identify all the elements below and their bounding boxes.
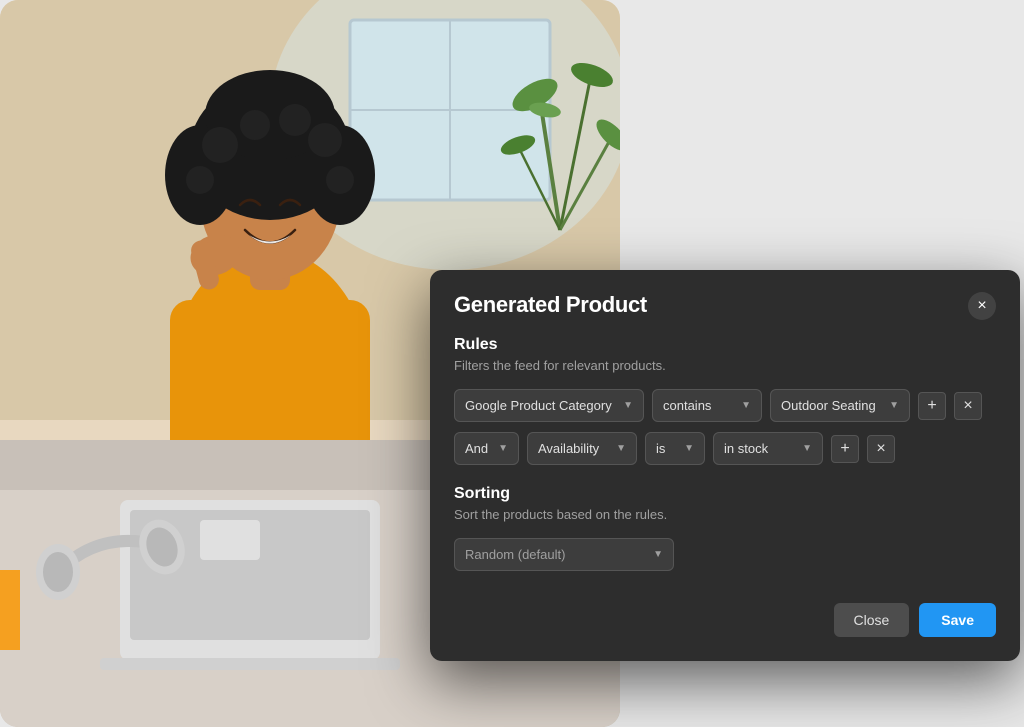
close-button[interactable]: Close	[834, 603, 910, 637]
chevron-down-icon: ▼	[684, 443, 694, 454]
chevron-down-icon: ▼	[623, 400, 633, 411]
and-dropdown[interactable]: And ▼	[454, 432, 519, 465]
modal-body: Rules Filters the feed for relevant prod…	[430, 336, 1020, 571]
remove-rule-button-1[interactable]: ×	[954, 392, 982, 420]
category-dropdown[interactable]: Google Product Category ▼	[454, 389, 644, 422]
availability-value: Availability	[538, 441, 599, 456]
category-value: Google Product Category	[465, 398, 612, 413]
rules-row-1: Google Product Category ▼ contains ▼ Out…	[454, 389, 996, 422]
rules-section: Rules Filters the feed for relevant prod…	[454, 336, 996, 465]
sort-value: Random (default)	[465, 547, 565, 562]
stock-dropdown[interactable]: in stock ▼	[713, 432, 823, 465]
chevron-down-icon: ▼	[653, 549, 663, 560]
chevron-down-icon: ▼	[498, 443, 508, 454]
modal-footer: Close Save	[430, 587, 1020, 641]
rules-subtitle: Filters the feed for relevant products.	[454, 358, 996, 373]
chevron-down-icon: ▼	[616, 443, 626, 454]
sorting-subtitle: Sort the products based on the rules.	[454, 507, 996, 522]
modal-header: Generated Product ×	[430, 270, 1020, 336]
chevron-down-icon: ▼	[802, 443, 812, 454]
modal-title: Generated Product	[454, 292, 647, 318]
chevron-down-icon: ▼	[889, 400, 899, 411]
is-value: is	[656, 441, 665, 456]
and-value: And	[465, 441, 488, 456]
add-rule-button-2[interactable]: +	[831, 435, 859, 463]
remove-rule-button-2[interactable]: ×	[867, 435, 895, 463]
condition-dropdown[interactable]: contains ▼	[652, 389, 762, 422]
rules-title: Rules	[454, 336, 996, 354]
value-dropdown[interactable]: Outdoor Seating ▼	[770, 389, 910, 422]
chevron-down-icon: ▼	[741, 400, 751, 411]
value-text: Outdoor Seating	[781, 398, 876, 413]
sorting-title: Sorting	[454, 485, 996, 503]
rules-row-2: And ▼ Availability ▼ is ▼ in stock ▼	[454, 432, 996, 465]
save-button[interactable]: Save	[919, 603, 996, 637]
modal-dialog: Generated Product × Rules Filters the fe…	[430, 270, 1020, 661]
sort-dropdown[interactable]: Random (default) ▼	[454, 538, 674, 571]
stock-value: in stock	[724, 441, 768, 456]
sorting-section: Sorting Sort the products based on the r…	[454, 485, 996, 571]
is-dropdown[interactable]: is ▼	[645, 432, 705, 465]
add-rule-button-1[interactable]: +	[918, 392, 946, 420]
availability-dropdown[interactable]: Availability ▼	[527, 432, 637, 465]
condition-value: contains	[663, 398, 711, 413]
close-icon-button[interactable]: ×	[968, 292, 996, 320]
